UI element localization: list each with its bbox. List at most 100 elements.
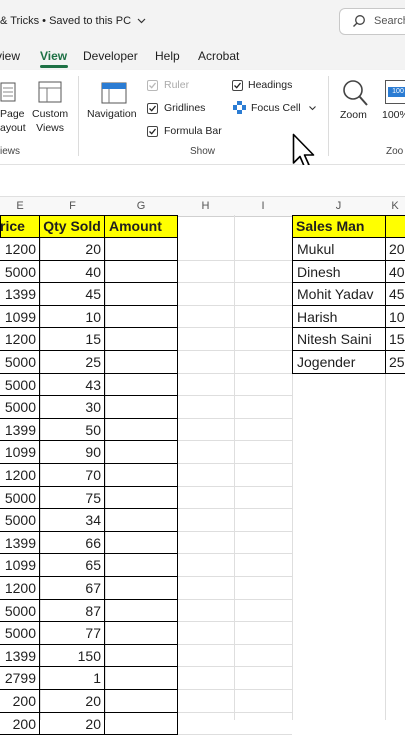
search-input[interactable]: Search [374,15,405,27]
price-cell[interactable]: 1200 [0,238,40,261]
qty-sold-cell[interactable]: 20 [40,238,105,261]
page-layout-button[interactable]: Page ayout [0,108,26,134]
amount-cell[interactable] [105,554,178,577]
header-cell-k[interactable] [386,215,405,238]
price-cell[interactable]: 2799 [0,667,40,690]
document-title[interactable]: & Tricks • Saved to this PC [0,15,146,27]
price-cell[interactable]: 1099 [0,554,40,577]
amount-cell[interactable] [105,305,178,329]
price-cell[interactable]: 1099 [0,441,40,464]
salesman-value-cell[interactable]: 10 [386,306,405,329]
amount-cell[interactable] [105,441,178,464]
qty-sold-cell[interactable]: 1 [40,667,105,690]
qty-sold-cell[interactable]: 40 [40,260,105,284]
price-cell[interactable]: 1399 [0,531,40,555]
salesman-name-cell[interactable]: Mukul [292,238,386,261]
price-cell[interactable]: 1200 [0,464,40,487]
amount-cell[interactable] [105,577,178,600]
column-header-f[interactable]: F [40,200,105,212]
column-header-e[interactable]: E [0,200,40,212]
price-cell[interactable]: 5000 [0,509,40,532]
salesman-name-cell[interactable]: Dinesh [292,260,386,284]
qty-sold-cell[interactable]: 150 [40,644,105,668]
header-cell-amount[interactable]: Amount [105,215,177,238]
amount-cell[interactable] [105,351,178,374]
salesman-name-cell[interactable]: Mohit Yadav [292,283,386,306]
formula-bar-checkbox[interactable] [147,126,158,137]
qty-sold-cell[interactable]: 50 [40,418,105,442]
amount-cell[interactable] [105,531,178,555]
qty-sold-cell[interactable]: 75 [40,486,105,510]
amount-cell[interactable] [105,712,178,735]
salesman-value-cell[interactable]: 20 [386,238,405,261]
amount-cell[interactable] [105,644,178,668]
amount-cell[interactable] [105,238,178,261]
amount-cell[interactable] [105,260,178,284]
qty-sold-cell[interactable]: 66 [40,531,105,555]
search-box[interactable]: Search [339,8,405,35]
chevron-down-icon[interactable] [137,15,146,27]
amount-cell[interactable] [105,667,178,690]
amount-cell[interactable] [105,486,178,510]
price-cell[interactable]: 5000 [0,622,40,645]
tab-help[interactable]: Help [155,49,180,63]
price-cell[interactable]: 1200 [0,328,40,351]
price-cell[interactable]: 1399 [0,283,40,306]
price-cell[interactable]: 5000 [0,373,40,397]
navigation-button[interactable]: Navigation [87,108,137,120]
zoom-button[interactable]: Zoom [340,109,367,121]
salesman-name-cell[interactable]: Harish [292,305,386,329]
price-cell[interactable]: 5000 [0,599,40,623]
price-cell[interactable]: 1399 [0,644,40,668]
qty-sold-cell[interactable]: 30 [40,396,105,419]
qty-sold-cell[interactable]: 90 [40,441,105,464]
price-cell[interactable]: 1399 [0,418,40,442]
price-cell[interactable]: 5000 [0,351,40,374]
focus-cell-button[interactable]: Focus Cell [251,102,301,114]
qty-sold-cell[interactable]: 20 [40,690,105,713]
tab-view[interactable]: View [40,49,67,63]
column-header-i[interactable]: I [234,200,292,212]
tab-review[interactable]: view [0,49,20,63]
qty-sold-cell[interactable]: 77 [40,622,105,645]
tab-developer[interactable]: Developer [83,49,138,63]
qty-sold-cell[interactable]: 10 [40,305,105,329]
qty-sold-cell[interactable]: 43 [40,373,105,397]
amount-cell[interactable] [105,418,178,442]
qty-sold-cell[interactable]: 34 [40,509,105,532]
salesman-name-cell[interactable]: Nitesh Saini [292,328,386,351]
qty-sold-cell[interactable]: 25 [40,351,105,374]
amount-cell[interactable] [105,599,178,623]
header-cell-qty-sold[interactable]: Qty Sold [40,215,105,238]
price-cell[interactable]: 5000 [0,260,40,284]
salesman-value-cell[interactable]: 15 [386,328,405,351]
ruler-checkbox[interactable] [147,80,158,91]
column-header-g[interactable]: G [105,200,177,212]
header-cell-sales-man[interactable]: Sales Man [292,215,385,238]
amount-cell[interactable] [105,373,178,397]
amount-cell[interactable] [105,328,178,351]
qty-sold-cell[interactable]: 15 [40,328,105,351]
amount-cell[interactable] [105,396,178,419]
salesman-value-cell[interactable]: 40 [386,261,405,284]
qty-sold-cell[interactable]: 87 [40,599,105,623]
price-cell[interactable]: 5000 [0,486,40,510]
amount-cell[interactable] [105,464,178,487]
column-header-k[interactable]: K [385,200,405,212]
salesman-name-cell[interactable]: Jogender [292,351,386,374]
qty-sold-cell[interactable]: 20 [40,712,105,735]
zoom-100-button[interactable]: 100% [382,109,405,121]
custom-views-button[interactable]: Custom Views [32,108,68,134]
gridlines-checkbox[interactable] [147,103,158,114]
tab-acrobat[interactable]: Acrobat [198,49,239,63]
chevron-down-icon[interactable] [309,106,316,111]
amount-cell[interactable] [105,283,178,306]
qty-sold-cell[interactable]: 70 [40,464,105,487]
headings-checkbox[interactable] [232,80,243,91]
column-header-j[interactable]: J [292,200,385,212]
price-cell[interactable]: 5000 [0,396,40,419]
amount-cell[interactable] [105,622,178,645]
qty-sold-cell[interactable]: 65 [40,554,105,577]
amount-cell[interactable] [105,509,178,532]
price-cell[interactable]: 1099 [0,305,40,329]
